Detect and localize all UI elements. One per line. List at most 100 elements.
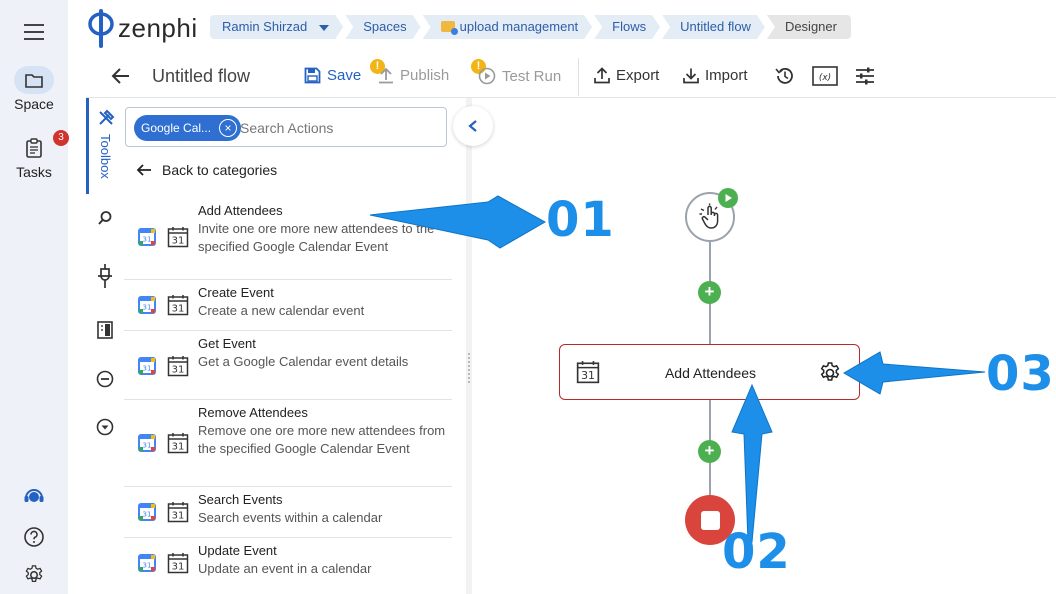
settings-icon[interactable] [22,563,46,587]
svg-text:31: 31 [143,562,152,570]
plug-icon[interactable] [95,264,115,288]
rail-item-tasks[interactable]: 3 Tasks [0,130,69,180]
action-description: Create a new calendar event [198,303,365,318]
folder-icon [14,66,54,94]
calendar-icon: 31 [167,432,189,454]
step-label: Add Attendees [664,365,757,381]
chevron-down-circle-icon[interactable] [95,417,115,437]
svg-text:31: 31 [143,365,152,373]
svg-text:31: 31 [172,562,185,573]
action-description: Search events within a calendar [198,510,383,525]
actions-panel: Google Cal... × Back to categories 31 31… [124,98,466,594]
flow-title[interactable]: Untitled flow [152,66,250,87]
stop-icon [700,510,720,530]
tools-icon [96,108,116,128]
breadcrumb-spaces[interactable]: Spaces [345,15,420,39]
action-name: Search Events [198,492,283,507]
action-name: Create Event [198,285,274,300]
minus-circle-icon[interactable] [95,369,115,389]
tasks-badge: 3 [53,130,69,146]
test-run-button[interactable]: Test Run [478,67,561,85]
publish-button[interactable]: Publish [378,67,449,84]
svg-text:31: 31 [143,442,152,450]
breadcrumb-space[interactable]: upload management [423,15,593,39]
action-name: Update Event [198,543,277,558]
breadcrumb-designer: Designer [766,15,851,39]
svg-text:31: 31 [143,511,152,519]
action-update-event[interactable]: 31 31 Update Event Update an event in a … [124,538,452,590]
calendar-icon: 31 [167,501,189,523]
breadcrumb-user[interactable]: Ramin Shirzad [210,15,343,39]
rail-item-label: Space [14,96,54,112]
search-box: Google Cal... × [125,107,447,147]
back-to-categories-link[interactable]: Back to categories [136,162,277,178]
annotation-label-2: 02 [722,524,791,580]
action-description: Remove one ore more new attendees from t… [198,423,446,456]
calendar-icon: 31 [167,294,189,316]
google-calendar-icon: 31 [138,228,156,246]
svg-text:31: 31 [172,304,185,315]
calendar-icon: 31 [167,552,189,574]
action-search-events[interactable]: 31 31 Search Events Search events within… [124,487,452,538]
action-description: Get a Google Calendar event details [198,354,409,369]
toolbox-label: Toolbox [98,134,113,179]
breadcrumb-flow[interactable]: Untitled flow [662,15,765,39]
svg-text:31: 31 [172,365,185,376]
svg-text:(x): (x) [819,73,831,83]
history-icon[interactable] [774,65,796,87]
action-description: Update an event in a calendar [198,561,372,576]
svg-text:31: 31 [172,511,185,522]
google-calendar-icon: 31 [138,503,156,521]
logo-text: zenphi [118,12,198,43]
upload-icon [379,67,393,84]
side-tabs: Toolbox [86,98,124,594]
search-input[interactable] [240,117,440,139]
play-circle-icon [478,67,496,85]
action-add-attendees[interactable]: 31 31 Add Attendees Invite one ore more … [124,198,452,280]
export-icon [594,67,610,84]
support-agent-icon[interactable] [22,484,46,508]
resize-handle[interactable] [468,353,470,383]
document-icon[interactable] [95,320,115,340]
rail-item-label: Tasks [16,164,52,180]
gear-icon[interactable] [818,361,842,385]
tab-toolbox[interactable]: Toolbox [86,98,124,194]
back-arrow-icon[interactable] [110,65,132,92]
filter-chip[interactable]: Google Cal... × [134,115,242,141]
export-button[interactable]: Export [594,67,659,84]
import-icon [683,68,699,84]
help-icon[interactable] [22,525,46,549]
folder-icon [441,21,455,32]
calendar-icon: 31 [167,226,189,248]
action-list: 31 31 Add Attendees Invite one ore more … [124,198,452,590]
annotation-label-3: 03 [986,346,1055,402]
phi-logo-icon [88,9,114,48]
tune-sliders-icon[interactable] [854,65,876,87]
svg-text:31: 31 [143,304,152,312]
step-node-add-attendees[interactable]: 31 Add Attendees [559,344,860,400]
save-icon [304,67,321,84]
back-arrow-icon [136,164,151,176]
menu-icon[interactable] [24,24,44,40]
action-get-event[interactable]: 31 31 Get Event Get a Google Calendar ev… [124,331,452,400]
zenphi-logo[interactable]: zenphi [86,8,198,48]
save-button[interactable]: Save [304,67,361,84]
play-icon[interactable] [718,188,738,208]
import-button[interactable]: Import [683,67,748,84]
calendar-icon: 31 [167,355,189,377]
variables-icon[interactable]: (x) [812,65,838,87]
toolbar: Untitled flow Save ! Publish ! Test Run … [86,56,1056,98]
hand-click-icon [699,203,719,229]
action-name: Get Event [198,336,256,351]
search-icon[interactable] [95,208,115,228]
action-create-event[interactable]: 31 31 Create Event Create a new calendar… [124,280,452,331]
action-remove-attendees[interactable]: 31 31 Remove Attendees Remove one ore mo… [124,400,452,487]
add-step-button[interactable]: + [698,281,721,304]
google-calendar-icon: 31 [138,357,156,375]
google-calendar-icon: 31 [138,296,156,314]
breadcrumb: Ramin Shirzad Spaces upload management F… [210,15,853,39]
rail-item-space[interactable]: Space [0,66,68,112]
add-step-button[interactable]: + [698,440,721,463]
close-icon[interactable]: × [219,119,238,137]
breadcrumb-flows[interactable]: Flows [594,15,660,39]
